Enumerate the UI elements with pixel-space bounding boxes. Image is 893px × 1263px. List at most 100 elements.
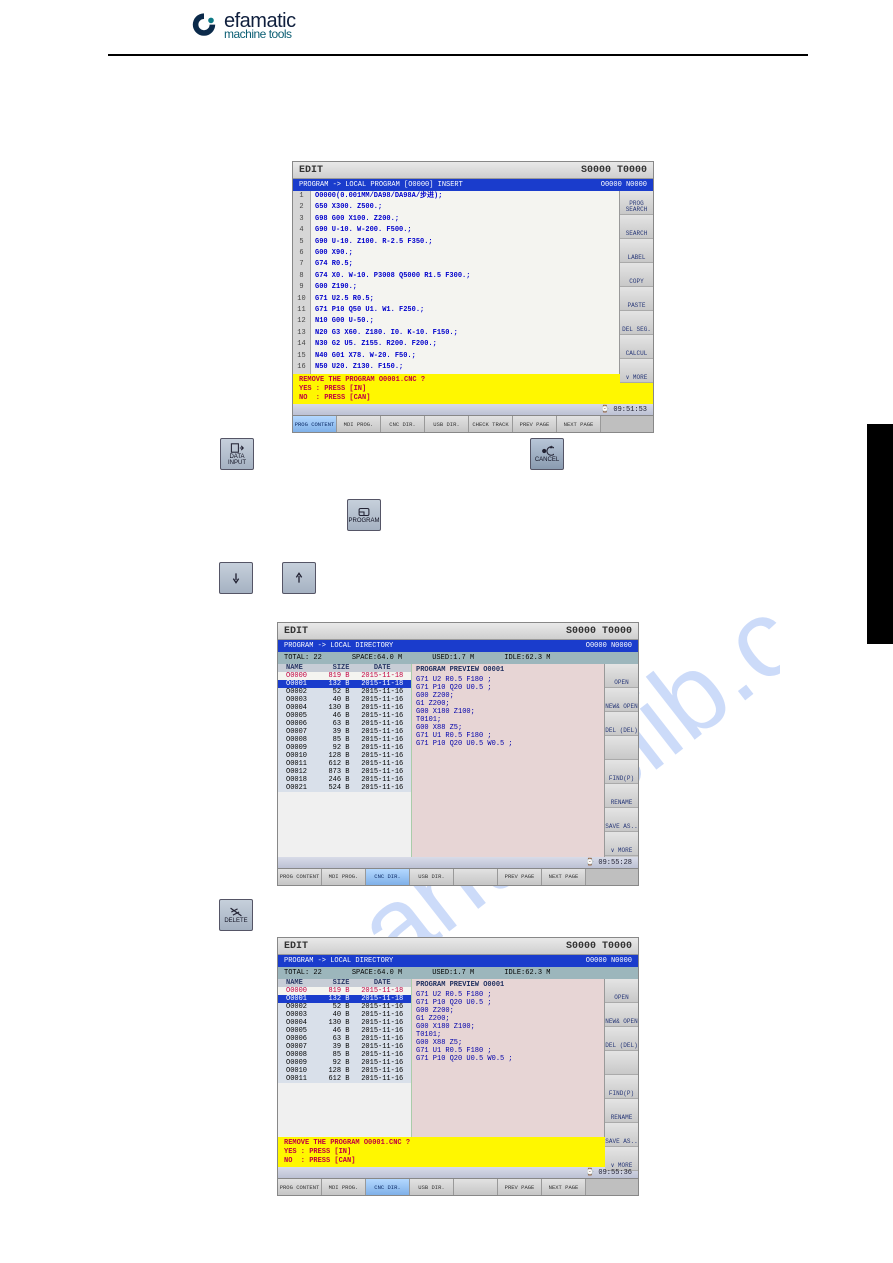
softkey[interactable]: USB DIR. xyxy=(410,869,454,885)
file-row[interactable]: O000663 B2015-11-16 xyxy=(278,1035,411,1043)
file-row[interactable]: O000340 B2015-11-16 xyxy=(278,1011,411,1019)
softkey[interactable]: PREV PAGE xyxy=(513,416,557,432)
status-code: S0000 T0000 xyxy=(581,165,647,176)
brand-mark-icon xyxy=(190,10,218,42)
screenshot-local-directory: EDITS0000 T0000 PROGRAM -> LOCAL DIRECTO… xyxy=(277,622,639,886)
softkey[interactable]: NEXT PAGE xyxy=(542,869,586,885)
softkey[interactable]: SEARCH xyxy=(620,215,653,239)
softkey[interactable]: CALCUL xyxy=(620,335,653,359)
softkey[interactable]: OPEN xyxy=(605,664,638,688)
file-row[interactable]: O0012873 B2015-11-16 xyxy=(278,768,411,776)
softkey[interactable]: SAVE AS.. xyxy=(605,808,638,832)
bottom-softkeys: PROG CONTENTMDI PROG.CNC DIR.USB DIR.CHE… xyxy=(293,415,653,432)
softkey[interactable] xyxy=(605,736,638,760)
file-row[interactable]: O0001132 B2015-11-18 xyxy=(278,680,411,688)
softkey[interactable]: PROG CONTENT xyxy=(293,416,337,432)
file-row[interactable]: O0004130 B2015-11-16 xyxy=(278,1019,411,1027)
window-title: EDIT xyxy=(284,941,308,952)
file-row[interactable]: O000739 B2015-11-16 xyxy=(278,728,411,736)
softkey[interactable] xyxy=(454,1179,498,1195)
softkey[interactable]: RENAME xyxy=(605,784,638,808)
window-title: EDIT xyxy=(299,165,323,176)
softkey[interactable]: ∨ MORE xyxy=(605,832,638,856)
preview-head: PROGRAM PREVIEW O0001 xyxy=(416,981,600,989)
softkey[interactable]: MDI PROG. xyxy=(322,1179,366,1195)
cursor-down-key-icon xyxy=(219,562,253,594)
file-row[interactable]: O000992 B2015-11-16 xyxy=(278,744,411,752)
file-row[interactable]: O000252 B2015-11-16 xyxy=(278,688,411,696)
preview-head: PROGRAM PREVIEW O0001 xyxy=(416,666,600,674)
softkey[interactable]: SAVE AS.. xyxy=(605,1123,638,1147)
softkey[interactable]: NEW& OPEN xyxy=(605,1003,638,1027)
softkey[interactable]: NEW& OPEN xyxy=(605,688,638,712)
softkey[interactable]: NEXT PAGE xyxy=(542,1179,586,1195)
right-softkeys: OPENNEW& OPENDEL (DEL) FIND(P)RENAMESAVE … xyxy=(604,664,638,857)
file-row[interactable]: O000546 B2015-11-16 xyxy=(278,712,411,720)
file-row[interactable]: O000340 B2015-11-16 xyxy=(278,696,411,704)
preview-body: G71 U2 R0.5 F180 ; G71 P10 Q20 U0.5 ; G0… xyxy=(416,676,600,748)
softkey[interactable]: PROG CONTENT xyxy=(278,1179,322,1195)
softkey[interactable]: MDI PROG. xyxy=(337,416,381,432)
softkey[interactable]: RENAME xyxy=(605,1099,638,1123)
path-label: PROGRAM -> LOCAL PROGRAM [O0000] INSERT xyxy=(299,181,463,189)
path-label: PROGRAM -> LOCAL DIRECTORY xyxy=(284,642,393,650)
softkey[interactable]: DEL SEG. xyxy=(620,311,653,335)
window-title: EDIT xyxy=(284,626,308,637)
softkey[interactable]: PASTE xyxy=(620,287,653,311)
softkey[interactable]: COPY xyxy=(620,263,653,287)
file-row[interactable]: O0018246 B2015-11-16 xyxy=(278,776,411,784)
file-row[interactable]: O0011612 B2015-11-16 xyxy=(278,1075,411,1083)
program-preview: PROGRAM PREVIEW O0001 G71 U2 R0.5 F180 ;… xyxy=(412,664,604,857)
confirm-message: REMOVE THE PROGRAM O0001.CNC ? YES : PRE… xyxy=(278,1137,638,1167)
softkey[interactable]: NEXT PAGE xyxy=(557,416,601,432)
used-label: USED:1.7 M xyxy=(432,969,474,977)
softkey[interactable]: DEL (DEL) xyxy=(605,712,638,736)
line-numbers: 12345678910111213141516 xyxy=(293,191,311,374)
idle-label: IDLE:62.3 M xyxy=(504,654,550,662)
total-label: TOTAL: 22 xyxy=(284,969,322,977)
file-row[interactable]: O000546 B2015-11-16 xyxy=(278,1027,411,1035)
softkey[interactable]: PREV PAGE xyxy=(498,869,542,885)
softkey[interactable]: PROG SEARCH xyxy=(620,191,653,215)
softkey[interactable]: CNC DIR. xyxy=(366,869,410,885)
space-label: SPACE:64.0 M xyxy=(352,969,402,977)
softkey[interactable]: CHECK TRACK xyxy=(469,416,513,432)
file-row[interactable]: O0011612 B2015-11-16 xyxy=(278,760,411,768)
file-row[interactable]: O000252 B2015-11-16 xyxy=(278,1003,411,1011)
file-list: NAMESIZEDATEO0000819 B2015-11-18O0001132… xyxy=(278,664,412,857)
softkey[interactable]: LABEL xyxy=(620,239,653,263)
file-row[interactable]: O0004130 B2015-11-16 xyxy=(278,704,411,712)
softkey[interactable] xyxy=(454,869,498,885)
header-rule xyxy=(108,54,808,56)
softkey[interactable]: FIND(P) xyxy=(605,1075,638,1099)
file-row[interactable]: O000739 B2015-11-16 xyxy=(278,1043,411,1051)
softkey[interactable]: CNC DIR. xyxy=(366,1179,410,1195)
softkey[interactable]: CNC DIR. xyxy=(381,416,425,432)
softkey[interactable]: ∨ MORE xyxy=(620,359,653,383)
softkey[interactable]: PROG CONTENT xyxy=(278,869,322,885)
file-row[interactable]: O000885 B2015-11-16 xyxy=(278,736,411,744)
file-row[interactable]: O000885 B2015-11-16 xyxy=(278,1051,411,1059)
file-row[interactable]: O0001132 B2015-11-18 xyxy=(278,995,411,1003)
file-row[interactable]: O000992 B2015-11-16 xyxy=(278,1059,411,1067)
softkey[interactable]: DEL (DEL) xyxy=(605,1027,638,1051)
softkey[interactable]: USB DIR. xyxy=(425,416,469,432)
position-label: O0000 N0000 xyxy=(586,642,632,650)
side-black-tab xyxy=(867,424,893,644)
clock-bar: ⌚ 09:51:53 xyxy=(293,404,653,415)
softkey[interactable]: USB DIR. xyxy=(410,1179,454,1195)
screenshot-local-directory-confirm: EDITS0000 T0000 PROGRAM -> LOCAL DIRECTO… xyxy=(277,937,639,1196)
file-row[interactable]: O0010128 B2015-11-16 xyxy=(278,1067,411,1075)
softkey[interactable] xyxy=(605,1051,638,1075)
file-row[interactable]: O0010128 B2015-11-16 xyxy=(278,752,411,760)
file-row[interactable]: O0000819 B2015-11-18 xyxy=(278,672,411,680)
file-row[interactable]: O0021524 B2015-11-16 xyxy=(278,784,411,792)
softkey[interactable]: PREV PAGE xyxy=(498,1179,542,1195)
brand-subtitle: machine tools xyxy=(224,29,296,40)
screenshot-edit-program: EDIT S0000 T0000 PROGRAM -> LOCAL PROGRAM… xyxy=(292,161,654,433)
softkey[interactable]: FIND(P) xyxy=(605,760,638,784)
file-row[interactable]: O000663 B2015-11-16 xyxy=(278,720,411,728)
softkey[interactable]: OPEN xyxy=(605,979,638,1003)
file-row[interactable]: O0000819 B2015-11-18 xyxy=(278,987,411,995)
softkey[interactable]: MDI PROG. xyxy=(322,869,366,885)
